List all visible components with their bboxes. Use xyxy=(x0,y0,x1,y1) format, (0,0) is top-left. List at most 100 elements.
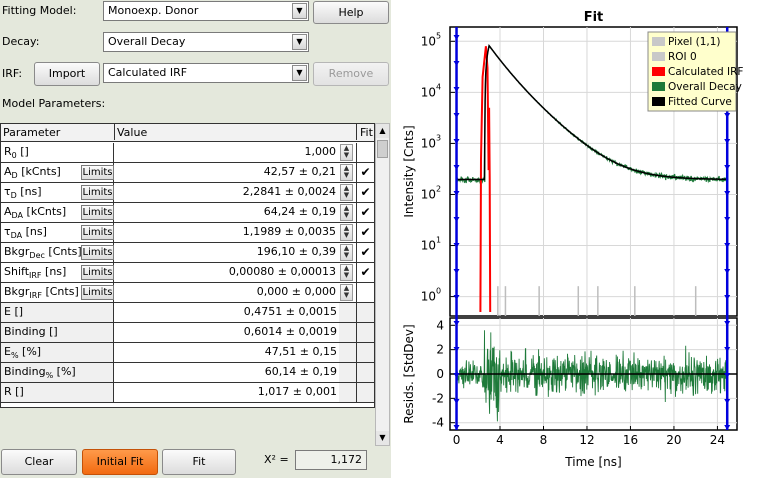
table-row[interactable]: R [] 1,017 ± 0,001 xyxy=(1,383,374,403)
chevron-down-icon[interactable]: ▼ xyxy=(292,34,307,50)
parameter-symbol: Bkgr xyxy=(4,285,30,298)
parameter-value[interactable]: 1,000 xyxy=(114,143,338,162)
fit-checkbox[interactable] xyxy=(356,303,374,322)
decay-select[interactable]: Overall Decay ▼ xyxy=(103,32,309,52)
table-row[interactable]: AD [kCnts] Limits 42,57 ± 0,21 ▲ ▼ ✔ xyxy=(1,163,374,183)
fit-checkbox[interactable] xyxy=(356,283,374,302)
spin-arrows-icon[interactable]: ▲ ▼ xyxy=(340,224,353,241)
legend-swatch xyxy=(652,67,665,76)
remove-button[interactable]: Remove xyxy=(313,62,389,86)
parameter-subscript: Dec xyxy=(29,251,45,261)
parameter-value: 47,51 ± 0,15 xyxy=(114,343,339,362)
limits-button[interactable]: Limits xyxy=(81,225,114,240)
parameter-subscript: % xyxy=(10,351,19,361)
limits-button[interactable]: Limits xyxy=(81,265,114,280)
parameter-symbol: A xyxy=(4,165,12,178)
table-row[interactable]: BkgrIRF [Cnts] Limits 0,000 ± 0,000 ▲ ▼ xyxy=(1,283,374,303)
parameter-value[interactable]: 1,1989 ± 0,0035 xyxy=(114,223,338,242)
parameter-name: R [] xyxy=(1,383,114,402)
parameter-value[interactable]: 196,10 ± 0,39 xyxy=(114,243,338,262)
limits-button[interactable]: Limits xyxy=(81,205,114,220)
parameter-value[interactable]: 0,00080 ± 0,00013 xyxy=(114,263,338,282)
spin-arrows-icon[interactable]: ▲ ▼ xyxy=(340,184,353,201)
x-tick-label: 0 xyxy=(453,433,461,447)
fit-checkbox-checked[interactable]: ✔ xyxy=(356,203,374,222)
header-fit: Fit xyxy=(360,126,373,139)
parameter-unit: [ns] xyxy=(16,185,42,198)
parameter-unit: [] xyxy=(11,385,24,398)
scroll-up-icon[interactable]: ▲ xyxy=(376,124,389,138)
parameter-unit: [%] xyxy=(53,365,76,378)
parameter-value[interactable]: 0,000 ± 0,000 xyxy=(114,283,338,302)
table-row[interactable]: ShiftIRF [ns] Limits 0,00080 ± 0,00013 ▲ ▼ ✔ xyxy=(1,263,374,283)
legend-swatch xyxy=(652,52,665,61)
fit-checkbox[interactable] xyxy=(356,363,374,382)
initial-fit-button[interactable]: Initial Fit xyxy=(82,449,158,475)
parameter-name: ShiftIRF [ns] Limits xyxy=(1,263,114,282)
table-row[interactable]: Binding [] 0,6014 ± 0,0019 xyxy=(1,323,374,343)
spin-arrows-icon[interactable]: ▲ ▼ xyxy=(340,204,353,221)
parameter-table: Parameter Value Fit R0 [] 1,000 ▲ ▼ AD [kCnt… xyxy=(0,123,375,408)
irf-select[interactable]: Calculated IRF ▼ xyxy=(103,63,309,83)
fit-checkbox[interactable] xyxy=(356,323,374,342)
limits-button[interactable]: Limits xyxy=(81,185,114,200)
fitting-model-label: Fitting Model: xyxy=(2,4,77,17)
table-row[interactable]: E [] 0,4751 ± 0,0015 xyxy=(1,303,374,323)
fit-checkbox-checked[interactable]: ✔ xyxy=(356,243,374,262)
parameter-value: 0,4751 ± 0,0015 xyxy=(114,303,339,322)
y-tick-label: 2 xyxy=(436,343,444,357)
table-row[interactable]: τD [ns] Limits 2,2841 ± 0,0024 ▲ ▼ ✔ xyxy=(1,183,374,203)
fit-checkbox[interactable] xyxy=(356,343,374,362)
y-tick-label: 10 xyxy=(421,239,436,253)
legend-swatch xyxy=(652,82,665,91)
chevron-down-icon[interactable]: ▼ xyxy=(292,3,307,19)
spin-arrows-icon[interactable]: ▲ ▼ xyxy=(340,244,353,261)
x-tick-label: 4 xyxy=(496,433,504,447)
x-tick-label: 16 xyxy=(623,433,638,447)
legend-swatch xyxy=(652,37,665,46)
table-row[interactable]: Binding% [%] 60,14 ± 0,19 xyxy=(1,363,374,383)
limits-button[interactable]: Limits xyxy=(81,285,114,300)
scroll-down-icon[interactable]: ▼ xyxy=(376,431,389,445)
parameter-name: E [] xyxy=(1,303,114,322)
y-tick-label: -2 xyxy=(432,391,444,405)
scroll-thumb[interactable] xyxy=(377,140,388,158)
fit-checkbox-checked[interactable]: ✔ xyxy=(356,263,374,282)
table-row[interactable]: ADA [kCnts] Limits 64,24 ± 0,19 ▲ ▼ ✔ xyxy=(1,203,374,223)
spin-arrows-icon[interactable]: ▲ ▼ xyxy=(340,284,353,301)
table-scrollbar[interactable]: ▲ ▼ xyxy=(375,123,390,446)
fit-checkbox-checked[interactable]: ✔ xyxy=(356,183,374,202)
fit-checkbox[interactable] xyxy=(356,143,374,162)
fit-checkbox-checked[interactable]: ✔ xyxy=(356,223,374,242)
spin-arrows-icon[interactable]: ▲ ▼ xyxy=(340,164,353,181)
y-tick-label: 0 xyxy=(436,367,444,381)
parameter-subscript: IRF xyxy=(29,291,42,301)
help-button[interactable]: Help xyxy=(313,1,389,24)
limits-button[interactable]: Limits xyxy=(81,245,114,260)
irf-label: IRF: xyxy=(2,67,23,80)
spin-arrows-icon[interactable]: ▲ ▼ xyxy=(340,264,353,281)
y-axis-label: Intensity [Cnts] xyxy=(402,125,416,217)
fit-button[interactable]: Fit xyxy=(162,449,236,475)
parameter-subscript: DA xyxy=(11,211,24,221)
parameter-value[interactable]: 42,57 ± 0,21 xyxy=(114,163,338,182)
limits-button[interactable]: Limits xyxy=(81,165,114,180)
import-button[interactable]: Import xyxy=(34,62,100,86)
fit-checkbox[interactable] xyxy=(356,383,374,402)
fitting-model-select[interactable]: Monoexp. Donor ▼ xyxy=(103,1,309,21)
parameter-value[interactable]: 2,2841 ± 0,0024 xyxy=(114,183,338,202)
table-row[interactable]: BkgrDec [Cnts] Limits 196,10 ± 0,39 ▲ ▼ ✔ xyxy=(1,243,374,263)
legend-label: ROI 0 xyxy=(668,51,697,63)
fit-checkbox-checked[interactable]: ✔ xyxy=(356,163,374,182)
table-row[interactable]: R0 [] 1,000 ▲ ▼ xyxy=(1,143,374,163)
parameter-value: 0,6014 ± 0,0019 xyxy=(114,323,339,342)
clear-button[interactable]: Clear xyxy=(1,449,77,475)
table-row[interactable]: τDA [ns] Limits 1,1989 ± 0,0035 ▲ ▼ ✔ xyxy=(1,223,374,243)
chevron-down-icon[interactable]: ▼ xyxy=(292,65,307,81)
parameter-subscript: IRF xyxy=(29,271,42,281)
spin-arrows-icon[interactable]: ▲ ▼ xyxy=(340,144,353,161)
parameter-value[interactable]: 64,24 ± 0,19 xyxy=(114,203,338,222)
legend-swatch xyxy=(652,97,665,106)
table-row[interactable]: E% [%] 47,51 ± 0,15 xyxy=(1,343,374,363)
decay-label: Decay: xyxy=(2,35,40,48)
